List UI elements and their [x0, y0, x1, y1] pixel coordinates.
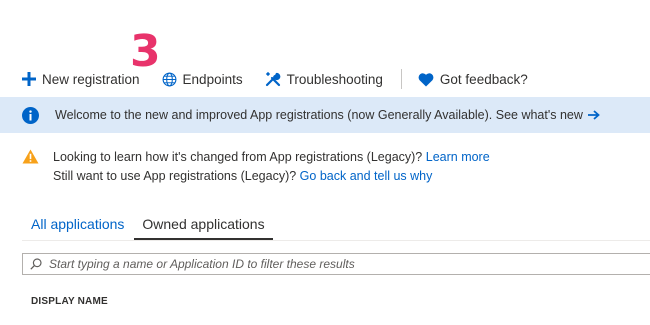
endpoints-button[interactable]: Endpoints [162, 72, 243, 87]
legacy-question: Looking to learn how it's changed from A… [53, 150, 423, 164]
toolbar-divider [400, 69, 402, 89]
info-banner: Welcome to the new and improved App regi… [0, 97, 650, 133]
command-bar: New registration Endpoints Troubleshooti… [22, 66, 550, 92]
filter-input[interactable] [49, 257, 609, 271]
feedback-button[interactable]: Got feedback? [418, 72, 528, 87]
plus-icon [22, 72, 36, 86]
go-back-link[interactable]: Go back and tell us why [300, 169, 433, 183]
new-registration-label: New registration [42, 71, 140, 87]
wrench-icon [265, 71, 280, 87]
globe-icon [162, 72, 176, 86]
feedback-label: Got feedback? [439, 71, 528, 87]
arrow-right-icon[interactable] [587, 110, 600, 120]
new-registration-button[interactable]: New registration [22, 72, 140, 87]
app-tabs: All applications Owned applications [22, 212, 273, 240]
legacy-line-2: Still want to use App registrations (Leg… [53, 167, 490, 186]
troubleshooting-label: Troubleshooting [286, 71, 383, 87]
whats-new-link[interactable]: Welcome to the new and improved App regi… [55, 108, 583, 122]
search-icon [30, 258, 42, 270]
troubleshooting-button[interactable]: Troubleshooting [265, 71, 383, 87]
filter-box [22, 253, 650, 275]
endpoints-label: Endpoints [182, 71, 243, 87]
column-header-display-name[interactable]: DISPLAY NAME [31, 296, 108, 307]
legacy-go-back-question: Still want to use App registrations (Leg… [53, 169, 297, 183]
legacy-line-1: Looking to learn how it's changed from A… [53, 148, 490, 167]
legacy-notice: Looking to learn how it's changed from A… [22, 148, 490, 186]
info-icon [22, 106, 39, 124]
tab-all-applications[interactable]: All applications [22, 212, 132, 240]
warning-icon [22, 149, 39, 170]
tab-owned-applications[interactable]: Owned applications [134, 212, 273, 240]
tab-divider [22, 240, 650, 241]
learn-more-link[interactable]: Learn more [426, 150, 490, 164]
heart-icon [418, 72, 434, 86]
